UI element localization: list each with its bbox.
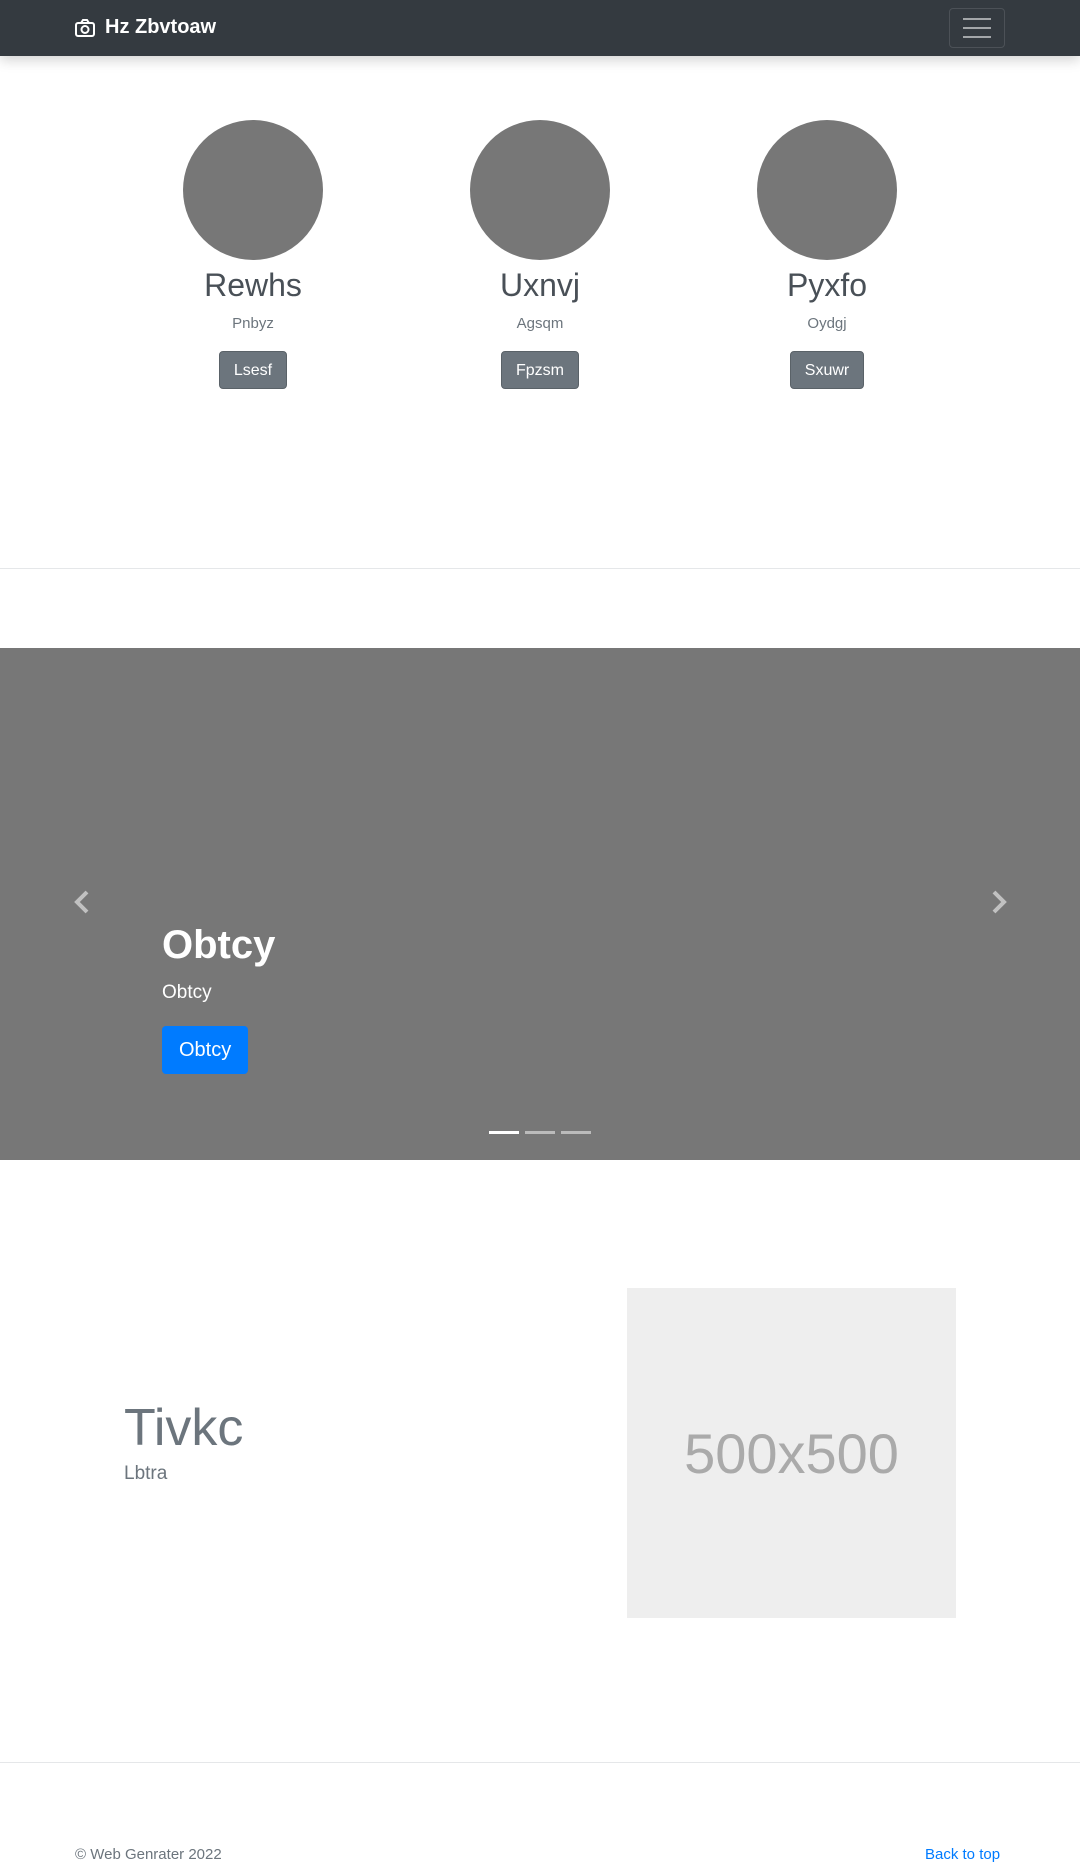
member-button[interactable]: Fpzsm: [501, 351, 579, 389]
carousel-indicators: [489, 1131, 591, 1134]
team-member-card: Pyxfo Oydgj Sxuwr: [737, 120, 917, 389]
brand-title: Hz Zbvtoaw: [105, 16, 217, 38]
team-member-card: Uxnvj Agsqm Fpzsm: [450, 120, 630, 389]
avatar: [470, 120, 610, 260]
member-button[interactable]: Sxuwr: [789, 351, 865, 389]
member-role: Oydgj: [807, 315, 847, 332]
member-button[interactable]: Lsesf: [218, 351, 288, 389]
carousel-title: Obtcy: [162, 923, 276, 967]
navbar-toggler-button[interactable]: [949, 8, 1005, 48]
team-member-card: Rewhs Pnbyz Lsesf: [163, 120, 343, 389]
member-name: Rewhs: [204, 267, 302, 303]
carousel: Obtcy Obtcy Obtcy: [0, 648, 1080, 1160]
carousel-indicator[interactable]: [561, 1131, 591, 1134]
navbar: Hz Zbvtoaw: [0, 0, 1080, 56]
feature-subtitle: Lbtra: [124, 1463, 168, 1484]
carousel-indicator[interactable]: [489, 1131, 519, 1134]
footer-copyright: © Web Genrater 2022: [75, 1846, 222, 1863]
member-name: Pyxfo: [786, 267, 868, 303]
section-divider: [0, 568, 1080, 569]
feature-image-placeholder: 500x500: [627, 1288, 956, 1618]
member-name: Uxnvj: [499, 267, 580, 303]
carousel-button[interactable]: Obtcy: [162, 1026, 249, 1074]
camera-icon: [75, 18, 95, 37]
back-to-top-link[interactable]: Back to top: [925, 1845, 1000, 1865]
feature-title: Tivkc: [124, 1399, 244, 1457]
member-role: Agsqm: [516, 315, 564, 332]
chevron-left-icon[interactable]: [72, 890, 92, 914]
member-role: Pnbyz: [232, 315, 274, 332]
avatar: [183, 120, 323, 260]
avatar: [757, 120, 897, 260]
carousel-caption: Obtcy Obtcy Obtcy: [162, 920, 275, 1074]
footer-divider: [0, 1762, 1080, 1763]
brand-link[interactable]: Hz Zbvtoaw: [75, 16, 216, 39]
placeholder-label: 500x500: [684, 1421, 899, 1485]
carousel-subtitle: Obtcy: [162, 982, 212, 1003]
carousel-indicator[interactable]: [525, 1131, 555, 1134]
hamburger-menu-icon: [963, 18, 991, 20]
chevron-right-icon[interactable]: [989, 890, 1009, 914]
